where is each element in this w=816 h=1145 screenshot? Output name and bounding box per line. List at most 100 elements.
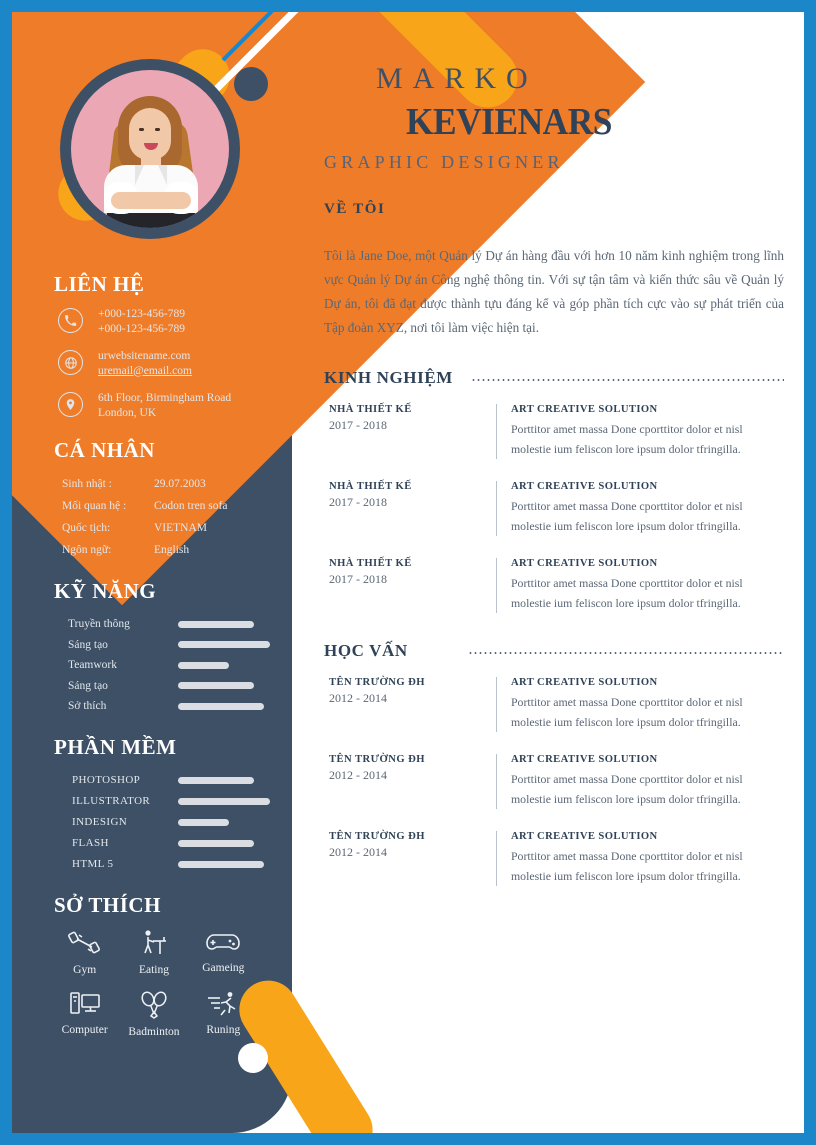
hobby-item-gym: Gym [50, 928, 119, 976]
sidebar-rounded-foot [12, 1073, 292, 1133]
avatar [60, 59, 240, 239]
personal-value: Codon tren sofa [154, 500, 228, 512]
avatar-eye-left [139, 128, 144, 131]
personal-value: VIETNAM [154, 522, 208, 534]
software-bar-track [178, 797, 276, 805]
entry-years: 2012 - 2014 [329, 691, 387, 705]
entry-right: ART CREATIVE SOLUTION Porttitor amet mas… [496, 831, 784, 886]
entry-role: NHÀ THIẾT KẾ [329, 404, 412, 415]
skill-row: Teamwork [68, 655, 292, 676]
skill-label: Teamwork [68, 659, 118, 672]
entry-right: ART CREATIVE SOLUTION Porttitor amet mas… [496, 558, 784, 613]
entry-desc: Porttitor amet massa Done cporttitor dol… [511, 849, 743, 883]
address-line-2: London, UK [98, 406, 157, 419]
entry-org: ART CREATIVE SOLUTION [511, 831, 658, 842]
badminton-icon [138, 990, 170, 1026]
entry-org: ART CREATIVE SOLUTION [511, 558, 658, 569]
hobby-label: Gameing [202, 961, 245, 974]
skills-section: KỸ NĂNG Truyền thông Sáng tạo Teamwork S… [12, 579, 292, 717]
amber-strip-hole [234, 67, 268, 101]
skill-bar-fill [178, 702, 265, 710]
personal-row: Mối quan hệ : Codon tren sofa [62, 495, 292, 517]
avatar-folded-arms [111, 192, 191, 209]
software-bar-fill [178, 797, 271, 805]
heading-dotted-rule [467, 652, 784, 654]
contact-item-web: urwebsitename.com uremail@email.com [58, 349, 292, 378]
skill-bar-track [178, 661, 276, 669]
contact-web-text: urwebsitename.com uremail@email.com [98, 349, 192, 378]
entry-org: ART CREATIVE SOLUTION [511, 481, 658, 492]
contact-section: LIÊN HỆ +000-123-456-789 +000-123-456-78… [12, 272, 292, 420]
skill-row: Sáng tạo [68, 635, 292, 656]
education-heading: HỌC VẤN [324, 641, 784, 661]
entry-left: TÊN TRƯỜNG ĐH 2012 - 2014 [324, 677, 496, 732]
main-content: MARKO KEVIENARS GRAPHIC DESIGNER VỀ TÔI … [304, 12, 804, 1133]
software-row: HTML 5 [72, 854, 292, 875]
frame-border-bottom [0, 1133, 816, 1145]
avatar-face [129, 108, 171, 160]
skill-row: Truyền thông [68, 614, 292, 635]
entry-left: NHÀ THIẾT KẾ 2017 - 2018 [324, 404, 496, 459]
phone-icon [58, 308, 83, 333]
entry-years: 2012 - 2014 [329, 845, 387, 859]
eating-desk-icon [138, 928, 170, 964]
personal-title: CÁ NHÂN [54, 438, 155, 462]
computer-icon [69, 990, 101, 1024]
software-label: ILLUSTRATOR [72, 795, 151, 807]
skill-bar-fill [178, 661, 229, 669]
personal-row: Ngôn ngữ: English [62, 539, 292, 561]
personal-value: 29.07.2003 [154, 478, 206, 490]
hobby-item-running: Runing [189, 990, 258, 1038]
software-row: FLASH [72, 833, 292, 854]
experience-entry: NHÀ THIẾT KẾ 2017 - 2018 ART CREATIVE SO… [324, 404, 784, 459]
education-entry: TÊN TRƯỜNG ĐH 2012 - 2014 ART CREATIVE S… [324, 677, 784, 732]
avatar-photo [71, 70, 229, 228]
entry-desc: Porttitor amet massa Done cporttitor dol… [511, 576, 743, 610]
hobby-label: Eating [138, 963, 169, 976]
resume-page: LIÊN HỆ +000-123-456-789 +000-123-456-78… [0, 0, 816, 1145]
hobby-item-gaming: Gameing [189, 928, 258, 976]
skill-bar-fill [178, 641, 271, 649]
entry-years: 2017 - 2018 [329, 572, 387, 586]
resume-canvas: LIÊN HỆ +000-123-456-789 +000-123-456-78… [12, 12, 804, 1133]
skill-label: Sở thích [68, 700, 107, 713]
personal-section: CÁ NHÂN Sinh nhật : 29.07.2003 Mối quan … [12, 438, 292, 561]
entry-role: NHÀ THIẾT KẾ [329, 558, 412, 569]
skill-bar-track [178, 620, 276, 628]
frame-border-right [804, 0, 816, 1145]
job-role: GRAPHIC DESIGNER [324, 152, 564, 172]
entry-right: ART CREATIVE SOLUTION Porttitor amet mas… [496, 404, 784, 459]
personal-label: Mối quan hệ : [62, 500, 127, 512]
email-link[interactable]: uremail@email.com [98, 365, 192, 377]
education-entry: TÊN TRƯỜNG ĐH 2012 - 2014 ART CREATIVE S… [324, 831, 784, 886]
software-list: PHOTOSHOP ILLUSTRATOR INDESIGN FLASH HTM… [72, 770, 292, 875]
skill-row: Sáng tạo [68, 676, 292, 697]
sidebar-content: LIÊN HỆ +000-123-456-789 +000-123-456-78… [12, 272, 292, 1056]
entry-org: ART CREATIVE SOLUTION [511, 754, 658, 765]
entry-years: 2017 - 2018 [329, 418, 387, 432]
personal-row: Quốc tịch: VIETNAM [62, 517, 292, 539]
contact-address-text: 6th Floor, Birmingham Road London, UK [98, 391, 231, 420]
hobbies-grid: Gym Eating Gameing Computer Badminton Ru… [50, 928, 258, 1038]
personal-row: Sinh nhật : 29.07.2003 [62, 473, 292, 495]
software-row: PHOTOSHOP [72, 770, 292, 791]
entry-org: ART CREATIVE SOLUTION [511, 677, 658, 688]
personal-label: Sinh nhật : [62, 478, 112, 490]
software-bar-fill [178, 776, 255, 784]
software-label: FLASH [72, 837, 109, 849]
location-pin-icon [58, 392, 83, 417]
hobby-item-eating: Eating [119, 928, 188, 976]
skill-label: Truyền thông [68, 618, 130, 631]
last-name: KEVIENARS [406, 101, 612, 143]
software-bar-track [178, 776, 276, 784]
first-name: MARKO [376, 62, 538, 95]
phone-line-2: +000-123-456-789 [98, 322, 185, 335]
hobby-label: Badminton [128, 1025, 180, 1038]
education-title: HỌC VẤN [324, 641, 408, 660]
website-text[interactable]: urwebsitename.com [98, 350, 190, 362]
software-row: INDESIGN [72, 812, 292, 833]
software-bar-fill [178, 860, 265, 868]
entry-years: 2017 - 2018 [329, 495, 387, 509]
entry-left: NHÀ THIẾT KẾ 2017 - 2018 [324, 558, 496, 613]
hobby-label: Computer [61, 1023, 108, 1036]
